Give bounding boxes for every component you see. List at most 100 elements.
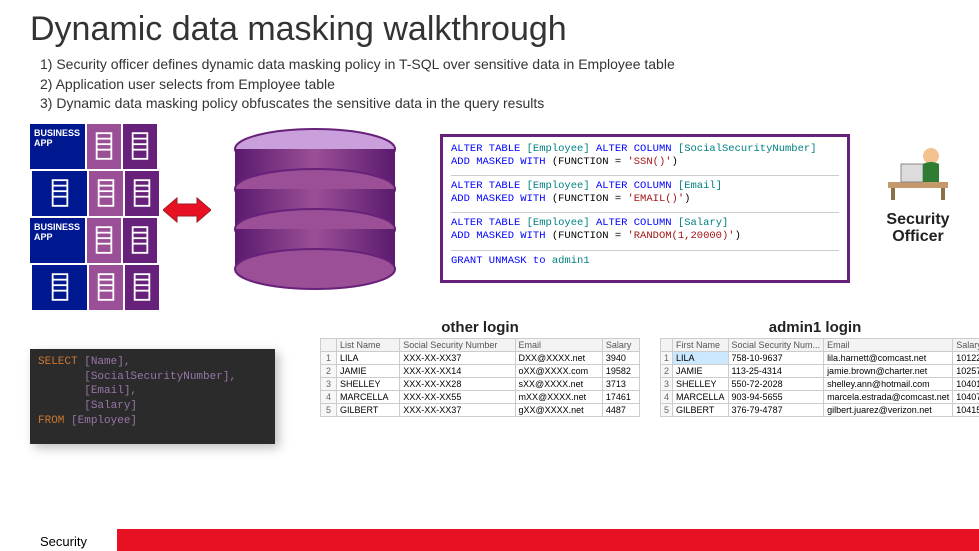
table-cell: XXX-XX-XX37 (400, 351, 515, 364)
table-row: 1LILA758-10-9637lila.harnett@comcast.net… (661, 351, 979, 364)
table-header: Salary (602, 338, 639, 351)
table-cell: 4487 (602, 403, 639, 416)
table-cell: 4 (661, 390, 673, 403)
table-header (661, 338, 673, 351)
table-cell: SHELLEY (337, 377, 400, 390)
footer: Security (0, 529, 979, 551)
table-cell: GILBERT (673, 403, 729, 416)
other-login-title: other login (320, 319, 640, 336)
table-cell: 1040131 (953, 377, 979, 390)
table-row: 5GILBERT376-79-4787gilbert.juarez@verizo… (661, 403, 979, 416)
table-cell: 1041508 (953, 403, 979, 416)
server-icon (125, 171, 159, 216)
table-cell: JAMIE (337, 364, 400, 377)
table-cell: XXX-XX-XX28 (400, 377, 515, 390)
admin-login-table: First NameSocial Security Num...EmailSal… (660, 338, 979, 417)
slide-title: Dynamic data masking walkthrough (0, 0, 979, 55)
table-cell: mXX@XXXX.net (515, 390, 602, 403)
table-cell: MARCELLA (673, 390, 729, 403)
person-desk-icon (883, 134, 953, 204)
table-cell: sXX@XXXX.net (515, 377, 602, 390)
table-cell: 1 (321, 351, 337, 364)
table-cell: 550-72-2028 (728, 377, 824, 390)
table-cell: GILBERT (337, 403, 400, 416)
table-cell: 758-10-9637 (728, 351, 824, 364)
table-cell: 3 (321, 377, 337, 390)
server-icon (123, 124, 157, 169)
server-icon (32, 265, 87, 310)
table-cell: 376-79-4787 (728, 403, 824, 416)
footer-tag: Security (0, 529, 117, 551)
table-header: Salary (953, 338, 979, 351)
table-row: 4MARCELLAXXX-XX-XX55mXX@XXXX.net17461 (321, 390, 640, 403)
table-cell: DXX@XXXX.net (515, 351, 602, 364)
table-header: First Name (673, 338, 729, 351)
table-row: 1LILAXXX-XX-XX37DXX@XXXX.net3940 (321, 351, 640, 364)
table-cell: 1025713 (953, 364, 979, 377)
table-cell: SHELLEY (673, 377, 729, 390)
table-header: Social Security Number (400, 338, 515, 351)
table-cell: 2 (321, 364, 337, 377)
admin-login-title: admin1 login (660, 319, 970, 336)
table-cell: oXX@XXXX.com (515, 364, 602, 377)
policy-sql-box: ALTER TABLE [Employee] ALTER COLUMN [Soc… (440, 134, 850, 283)
table-cell: LILA (673, 351, 729, 364)
table-cell: 5 (321, 403, 337, 416)
table-row: 2JAMIE113-25-4314jamie.brown@charter.net… (661, 364, 979, 377)
other-login-panel: other login List NameSocial Security Num… (320, 319, 640, 417)
table-cell: 3713 (602, 377, 639, 390)
business-app-label: BUSINESS APP (30, 218, 85, 263)
security-officer: SecurityOfficer (863, 134, 973, 246)
table-header: Social Security Num... (728, 338, 824, 351)
table-cell: gXX@XXXX.net (515, 403, 602, 416)
table-cell: shelley.ann@hotmail.com (824, 377, 953, 390)
table-cell: XXX-XX-XX37 (400, 403, 515, 416)
table-header (321, 338, 337, 351)
step-2: 2) Application user selects from Employe… (40, 75, 979, 95)
table-cell: JAMIE (673, 364, 729, 377)
select-query-box: SELECT [Name], [SocialSecurityNumber], [… (30, 349, 275, 444)
table-cell: 1 (661, 351, 673, 364)
table-cell: 903-94-5655 (728, 390, 824, 403)
server-icon (123, 218, 157, 263)
table-cell: 19582 (602, 364, 639, 377)
server-icon (89, 265, 123, 310)
table-cell: jamie.brown@charter.net (824, 364, 953, 377)
table-cell: lila.harnett@comcast.net (824, 351, 953, 364)
table-cell: XXX-XX-XX55 (400, 390, 515, 403)
table-cell: 3940 (602, 351, 639, 364)
other-login-table: List NameSocial Security NumberEmailSala… (320, 338, 640, 417)
steps-list: 1) Security officer defines dynamic data… (0, 55, 979, 124)
table-cell: LILA (337, 351, 400, 364)
table-cell: gilbert.juarez@verizon.net (824, 403, 953, 416)
bidirectional-arrow-icon (163, 194, 211, 226)
step-3: 3) Dynamic data masking policy obfuscate… (40, 94, 979, 114)
table-header: Email (824, 338, 953, 351)
server-icon (125, 265, 159, 310)
table-cell: MARCELLA (337, 390, 400, 403)
table-cell: 3 (661, 377, 673, 390)
database-icon (225, 124, 405, 294)
table-header: List Name (337, 338, 400, 351)
server-icon (89, 171, 123, 216)
server-icon (87, 218, 121, 263)
table-cell: 5 (661, 403, 673, 416)
footer-bar (117, 529, 979, 551)
table-cell: 4 (321, 390, 337, 403)
table-row: 2JAMIEXXX-XX-XX14oXX@XXXX.com19582 (321, 364, 640, 377)
step-1: 1) Security officer defines dynamic data… (40, 55, 979, 75)
server-icon (87, 124, 121, 169)
table-cell: 2 (661, 364, 673, 377)
admin-login-panel: admin1 login First NameSocial Security N… (660, 319, 970, 417)
business-app-label: BUSINESS APP (30, 124, 85, 169)
table-cell: 1012294 (953, 351, 979, 364)
table-cell: XXX-XX-XX14 (400, 364, 515, 377)
table-cell: 1040753 (953, 390, 979, 403)
table-cell: marcela.estrada@comcast.net (824, 390, 953, 403)
table-row: 4MARCELLA903-94-5655marcela.estrada@comc… (661, 390, 979, 403)
table-cell: 17461 (602, 390, 639, 403)
table-row: 3SHELLEYXXX-XX-XX28sXX@XXXX.net3713 (321, 377, 640, 390)
table-header: Email (515, 338, 602, 351)
table-cell: 113-25-4314 (728, 364, 824, 377)
table-row: 3SHELLEY550-72-2028shelley.ann@hotmail.c… (661, 377, 979, 390)
